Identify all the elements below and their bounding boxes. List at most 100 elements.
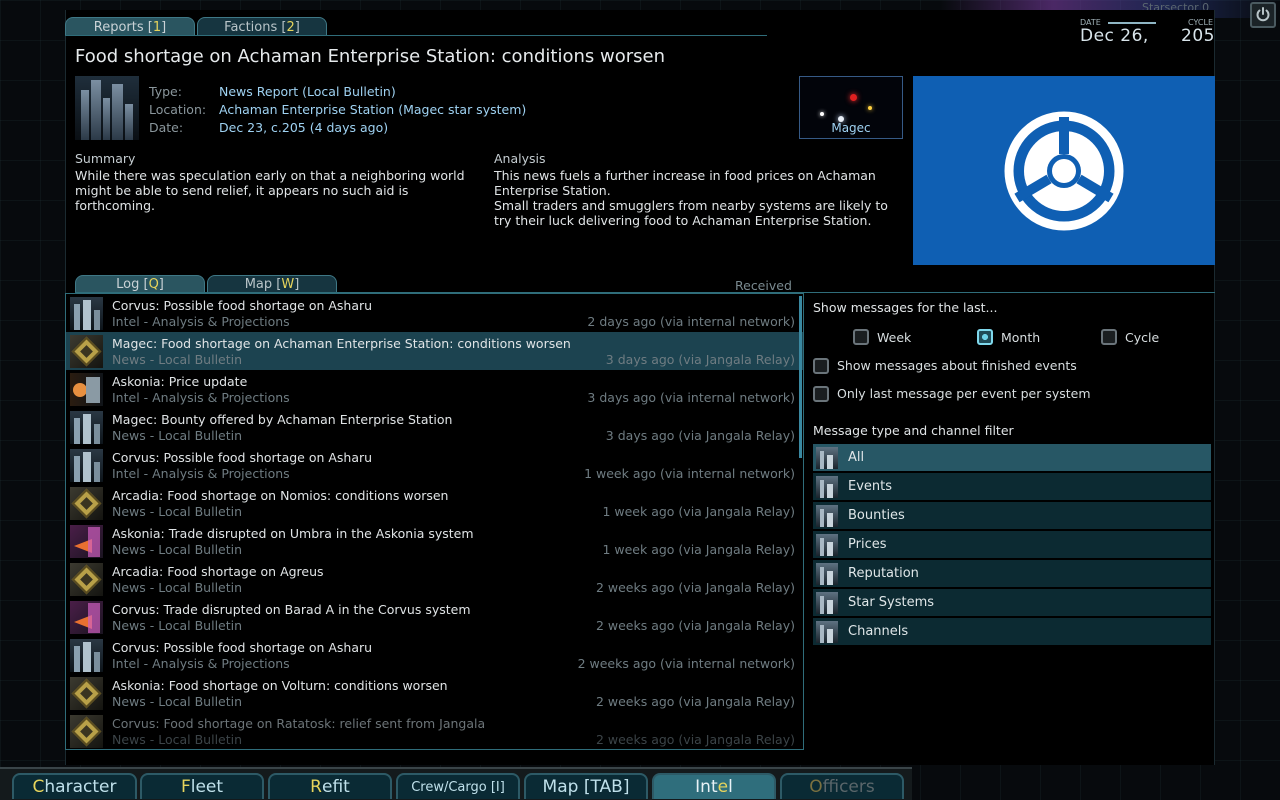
message-row[interactable]: Askonia: Food shortage on Volturn: condi… [66,674,803,712]
filter-item[interactable]: Events [813,473,1211,500]
crate-icon [70,563,103,596]
faction-flag [913,76,1215,265]
filter-title: Message type and channel filter [813,423,1014,438]
filter-label: Prices [848,537,887,552]
week-checkbox[interactable] [853,329,869,345]
tab-reports[interactable]: Reports [1] [65,17,195,36]
price-chart-icon [70,373,103,406]
cycle-checkbox[interactable] [1101,329,1117,345]
crate-icon [70,487,103,520]
period-options: Week Month Cycle [813,327,1213,347]
filter-label: Reputation [848,566,919,581]
tab-factions[interactable]: Factions [2] [197,17,327,36]
message-received-time: 1 week ago (via Jangala Relay) [602,504,795,519]
crate-icon [70,335,103,368]
period-month[interactable]: Month [977,329,1101,345]
filter-item[interactable]: Prices [813,531,1211,558]
nav-refit[interactable]: Refit [268,773,392,799]
trade-disruption-icon [70,525,103,558]
message-received-time: 2 weeks ago (via Jangala Relay) [595,618,795,633]
nav-crew-cargo[interactable]: Crew/Cargo [I] [396,773,520,799]
cycle-value: 205 [1181,26,1215,46]
finished-events-option[interactable]: Show messages about finished events [813,356,1213,375]
message-row[interactable]: Corvus: Trade disrupted on Barad A in th… [66,598,803,636]
message-row[interactable]: Arcadia: Food shortage on Agreus News - L… [66,560,803,598]
message-received-time: 2 weeks ago (via Jangala Relay) [595,580,795,595]
nav-map[interactable]: Map [TAB] [524,773,648,799]
message-row[interactable]: Corvus: Possible food shortage on Asharu… [66,636,803,674]
message-title: Arcadia: Food shortage on Nomios: condit… [112,488,449,503]
message-title: Magec: Bounty offered by Achaman Enterpr… [112,412,453,427]
message-row[interactable]: Corvus: Possible food shortage on Asharu… [66,446,803,484]
message-channel: Intel - Analysis & Projections [112,656,290,671]
message-received-time: 2 weeks ago (via internal network) [577,656,795,671]
last-message-option[interactable]: Only last message per event per system [813,384,1213,403]
faction-emblem-icon [1004,111,1124,230]
city-icon [816,533,838,556]
report-thumbnail [75,76,139,140]
message-row[interactable]: Askonia: Trade disrupted on Umbra in the… [66,522,803,560]
filter-panel: Show messages for the last... Week Month… [813,300,1213,647]
period-week[interactable]: Week [853,329,977,345]
nav-intel[interactable]: Int e l [652,773,776,799]
tab-map[interactable]: Map [W] [207,275,337,293]
received-column-header[interactable]: Received [735,278,792,293]
city-icon [816,620,838,643]
analysis-text-2: Small traders and smugglers from nearby … [494,198,888,228]
minimap-label: Magec [831,121,871,135]
message-channel: News - Local Bulletin [112,694,243,709]
report-date: Dec 23, c.205 (4 days ago) [219,119,389,135]
message-title: Corvus: Possible food shortage on Asharu [112,298,373,313]
message-row[interactable]: Corvus: Possible food shortage on Asharu… [66,294,803,332]
city-icon [816,504,838,527]
report-type: News Report (Local Bulletin) [219,83,396,99]
filter-label: Star Systems [848,595,935,610]
message-title: Arcadia: Food shortage on Agreus [112,564,324,579]
message-row[interactable]: Arcadia: Food shortage on Nomios: condit… [66,484,803,522]
message-row[interactable]: Askonia: Price update Intel - Analysis & … [66,370,803,408]
message-received-time: 3 days ago (via Jangala Relay) [605,352,795,367]
period-cycle[interactable]: Cycle [1101,329,1159,345]
message-title: Corvus: Possible food shortage on Asharu [112,640,373,655]
bottom-navigation: Character Fleet Refit Crew/Cargo [I] Map… [0,767,1280,800]
message-channel: News - Local Bulletin [112,618,243,633]
filter-item[interactable]: Channels [813,618,1211,645]
message-row[interactable]: Magec: Bounty offered by Achaman Enterpr… [66,408,803,446]
message-channel: Intel - Analysis & Projections [112,466,290,481]
filter-item[interactable]: Reputation [813,560,1211,587]
filter-item[interactable]: All [813,444,1211,471]
month-checkbox[interactable] [977,329,993,345]
power-icon [1256,7,1270,22]
summary-section: Summary While there was speculation earl… [75,151,475,213]
finished-events-checkbox[interactable] [813,357,829,374]
analysis-section: Analysis This news fuels a further incre… [494,151,899,228]
message-title: Askonia: Trade disrupted on Umbra in the… [112,526,474,541]
message-list: Corvus: Possible food shortage on Asharu… [65,293,804,750]
filter-label: All [848,450,865,465]
message-row[interactable]: Magec: Food shortage on Achaman Enterpri… [66,332,803,370]
city-icon [816,446,838,469]
city-icon [70,411,103,444]
system-minimap[interactable]: Magec [799,76,903,139]
message-received-time: 3 days ago (via internal network) [587,390,795,405]
power-button[interactable] [1250,2,1276,28]
last-message-checkbox[interactable] [813,385,829,402]
type-filter-list: All Events Bounties Prices Reputation Star Sy… [813,444,1211,645]
message-row[interactable]: Corvus: Food shortage on Ratatosk: relie… [66,712,803,749]
message-channel: Intel - Analysis & Projections [112,314,290,329]
filter-item[interactable]: Star Systems [813,589,1211,616]
message-title: Corvus: Possible food shortage on Asharu [112,450,373,465]
filter-item[interactable]: Bounties [813,502,1211,529]
message-title: Corvus: Trade disrupted on Barad A in th… [112,602,471,617]
message-received-time: 1 week ago (via Jangala Relay) [602,542,795,557]
message-received-time: 1 week ago (via internal network) [584,466,795,481]
message-title: Corvus: Food shortage on Ratatosk: relie… [112,716,486,731]
nav-character[interactable]: Character [12,773,137,799]
tab-log[interactable]: Log [Q] [75,275,205,293]
show-messages-title: Show messages for the last... [813,300,998,315]
nav-fleet[interactable]: Fleet [140,773,264,799]
scrollbar[interactable] [799,296,802,458]
nav-officers[interactable]: Officers [780,773,904,799]
message-channel: News - Local Bulletin [112,542,243,557]
message-received-time: 2 weeks ago (via Jangala Relay) [595,732,795,747]
